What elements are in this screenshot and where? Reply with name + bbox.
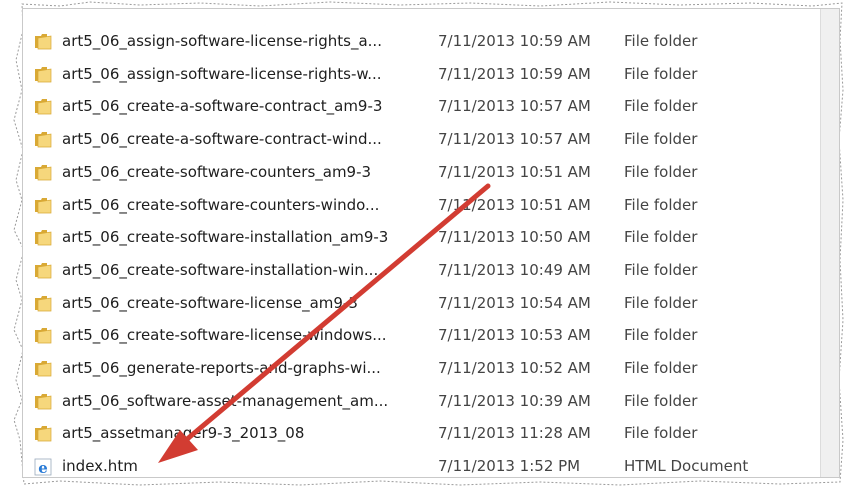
folder-icon — [34, 262, 52, 279]
folder-icon — [34, 295, 52, 312]
date-modified: 7/11/2013 10:51 AM — [438, 195, 591, 214]
date-modified: 7/11/2013 10:59 AM — [438, 64, 591, 83]
file-type: File folder — [624, 391, 698, 410]
file-type: File folder — [624, 326, 698, 345]
file-name: art5_06_create-software-installation_am9… — [62, 228, 389, 247]
file-row[interactable]: art5_06_create-software-license-windows.… — [23, 319, 823, 352]
file-row[interactable]: art5_06_create-software-installation_am9… — [23, 221, 823, 254]
folder-icon — [34, 33, 52, 50]
date-modified: 7/11/2013 1:52 PM — [438, 457, 581, 476]
file-name: art5_assetmanager9-3_2013_08 — [62, 424, 305, 443]
svg-text:e: e — [38, 459, 48, 476]
file-type: File folder — [624, 359, 698, 377]
file-row[interactable]: art5_06_create-software-counters-windo..… — [23, 189, 823, 222]
file-row[interactable]: art5_assetmanager9-3_2013_08 7/11/2013 11… — [23, 417, 823, 450]
file-row[interactable]: art5_06_create-a-software-contract-wind.… — [23, 123, 823, 156]
file-row[interactable]: art5_06_software-asset-management_am... 7… — [23, 385, 823, 418]
file-row[interactable]: art5_06_create-software-counters_am9-3 7/… — [23, 156, 823, 189]
file-row[interactable]: art5_06_assign-software-license-rights_a… — [23, 25, 823, 58]
date-modified: 7/11/2013 10:54 AM — [438, 293, 591, 312]
file-name: art5_06_create-a-software-contract_am9-3 — [62, 97, 383, 116]
file-name: art5_06_create-a-software-contract-wind.… — [62, 130, 382, 149]
folder-icon — [34, 197, 52, 214]
file-name: art5_06_assign-software-license-rights_a… — [62, 32, 382, 50]
file-type: File folder — [624, 293, 698, 312]
folder-icon — [34, 327, 52, 344]
date-modified: 7/11/2013 11:28 AM — [438, 424, 591, 443]
file-type: File folder — [624, 228, 698, 247]
file-list-window: art5_06_assign-software-license-rights_a… — [22, 8, 840, 478]
file-name: art5_06_generate-reports-and-graphs-wi..… — [62, 359, 381, 377]
file-type: File folder — [624, 64, 698, 83]
file-name: art5_06_create-software-license-windows.… — [62, 326, 387, 345]
date-modified: 7/11/2013 10:51 AM — [438, 162, 591, 181]
folder-icon — [34, 164, 52, 181]
file-row[interactable]: art5_06_assign-software-license-rights-w… — [23, 58, 823, 91]
file-name: art5_06_software-asset-management_am... — [62, 391, 389, 410]
folder-icon — [34, 360, 52, 377]
file-name: art5_06_create-software-counters-windo..… — [62, 195, 380, 214]
date-modified: 7/11/2013 10:59 AM — [438, 32, 591, 50]
screenshot-frame: art5_06_assign-software-license-rights_a… — [0, 0, 858, 488]
file-name: art5_06_create-software-counters_am9-3 — [62, 162, 372, 181]
file-type: File folder — [624, 260, 698, 279]
date-modified: 7/11/2013 10:50 AM — [438, 228, 591, 247]
date-modified: 7/11/2013 10:49 AM — [438, 260, 591, 279]
folder-icon — [34, 229, 52, 246]
file-type: HTML Document — [624, 457, 749, 476]
date-modified: 7/11/2013 10:57 AM — [438, 97, 591, 116]
file-type: File folder — [624, 97, 698, 116]
file-row[interactable]: art5_06_create-a-software-contract_am9-3… — [23, 90, 823, 123]
folder-icon — [34, 393, 52, 410]
file-name: art5_06_create-software-installation-win… — [62, 260, 379, 279]
file-row[interactable]: art5_06_generate-reports-and-graphs-wi..… — [23, 352, 823, 385]
file-name: art5_06_assign-software-license-rights-w… — [62, 64, 382, 83]
file-type: File folder — [624, 130, 698, 149]
file-row[interactable]: art5_06_create-software-license_am9-3 7/1… — [23, 287, 823, 320]
date-modified: 7/11/2013 10:39 AM — [438, 391, 591, 410]
folder-icon — [34, 131, 52, 148]
folder-icon — [34, 425, 52, 442]
ie-html-icon: e — [34, 458, 52, 477]
date-modified: 7/11/2013 10:52 AM — [438, 359, 591, 377]
file-type: File folder — [624, 424, 698, 443]
folder-icon — [34, 98, 52, 115]
date-modified: 7/11/2013 10:53 AM — [438, 326, 591, 345]
file-type: File folder — [624, 162, 698, 181]
file-type: File folder — [624, 32, 698, 50]
file-name: art5_06_create-software-license_am9-3 — [62, 293, 358, 312]
file-type: File folder — [624, 195, 698, 214]
file-name: index.htm — [62, 457, 138, 476]
file-row[interactable]: art5_06_create-software-installation-win… — [23, 254, 823, 287]
date-modified: 7/11/2013 10:57 AM — [438, 130, 591, 149]
file-row[interactable]: e index.htm 7/11/2013 1:52 PM HTML Document — [23, 450, 823, 477]
folder-icon — [34, 66, 52, 83]
